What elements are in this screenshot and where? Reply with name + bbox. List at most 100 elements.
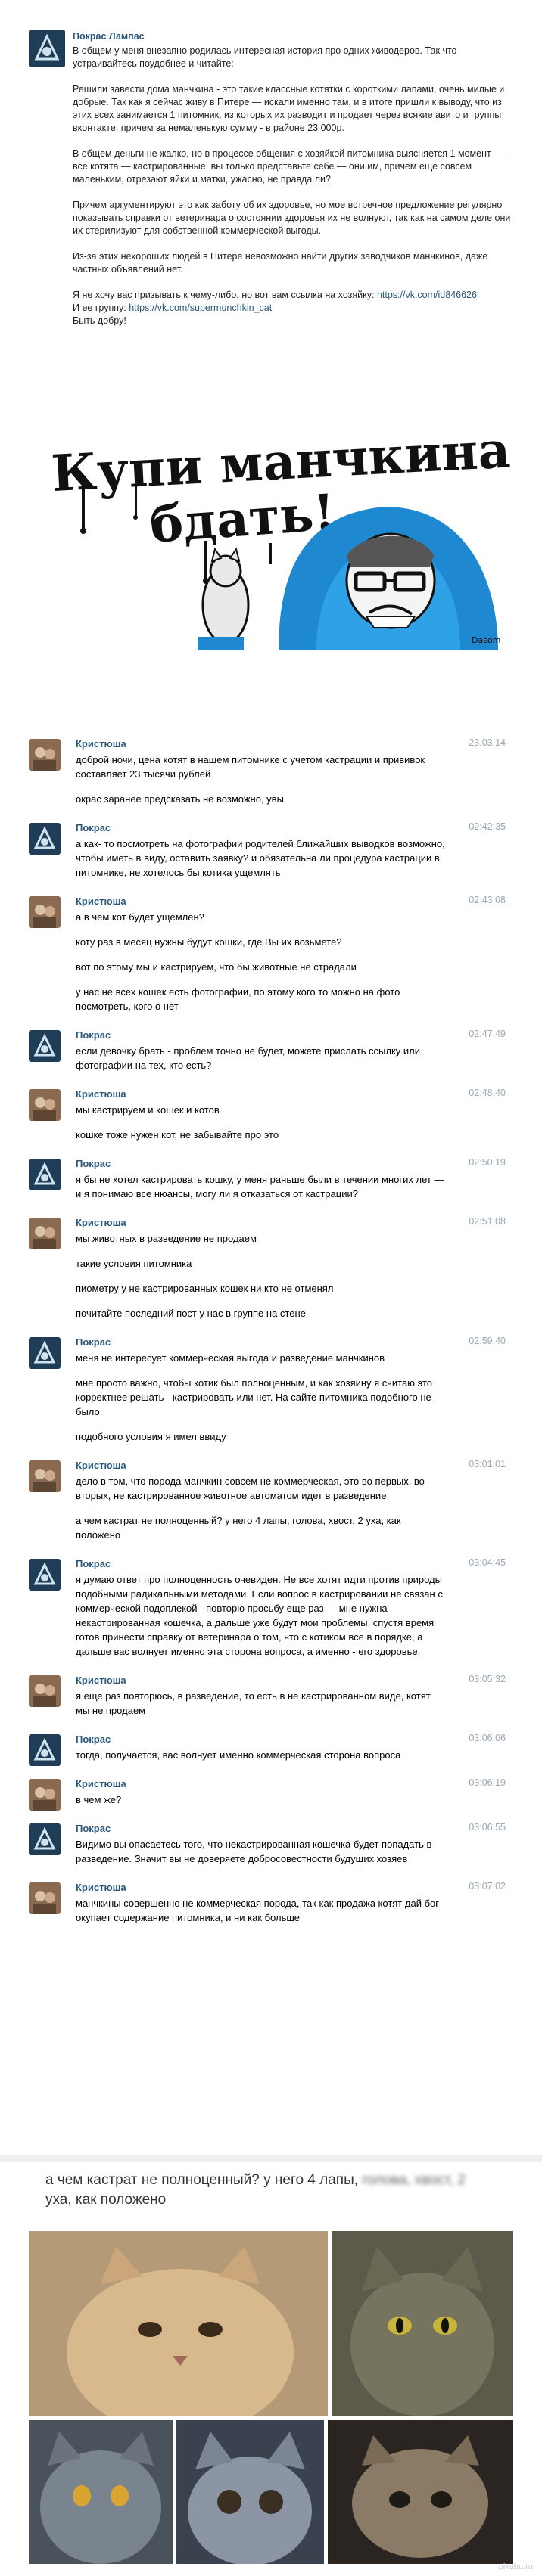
cat-avatar-icon [29, 739, 61, 771]
avatar[interactable] [29, 1337, 61, 1369]
post-paragraph: Из-за этих нехороших людей в Питере нево… [73, 251, 488, 275]
avatar[interactable] [29, 739, 61, 771]
quote-end: уха, как положено [45, 2192, 167, 2208]
message-text: мы кастрируем и кошек и котов [76, 1104, 220, 1116]
group-line: И ее группу: [73, 303, 126, 313]
logo-avatar-icon [29, 1159, 61, 1190]
message-text: вот по этому мы и кастрируем, что бы жив… [76, 961, 357, 973]
message-author[interactable]: Кристюша [76, 1881, 445, 1894]
message-text: меня не интересует коммерческая выгода и… [76, 1352, 385, 1364]
chat-message: Покрас 03:04:45 я думаю ответ про полноц… [29, 1557, 513, 1659]
chat-message: Кристюша 02:48:40 мы кастрируем и кошек … [29, 1088, 513, 1142]
message-time: 03:06:55 [469, 1822, 506, 1833]
avatar[interactable] [29, 1823, 61, 1855]
group-link[interactable]: https://vk.com/supermunchkin_cat [129, 303, 272, 313]
message-time: 23.03.14 [469, 737, 506, 748]
message-author[interactable]: Покрас [76, 1557, 445, 1570]
post-contacts: Я не хочу вас призывать к чему-либо, но … [73, 289, 519, 327]
logo-avatar-icon [29, 30, 65, 67]
chat-message: Кристюша 03:01:01 дело в том, что порода… [29, 1459, 513, 1542]
message-author[interactable]: Покрас [76, 1733, 445, 1746]
avatar[interactable] [29, 823, 61, 855]
avatar[interactable] [29, 1559, 61, 1591]
cat-photo[interactable] [332, 2231, 513, 2416]
message-text: если девочку брать - проблем точно не бу… [76, 1045, 421, 1071]
message-author[interactable]: Покрас [76, 1157, 445, 1170]
message-text: мы животных в разведение не продаем [76, 1233, 257, 1244]
message-author[interactable]: Кристюша [76, 1777, 445, 1790]
logo-avatar-icon [29, 823, 61, 855]
post-paragraph: В общем деньги не жалко, но в процессе о… [73, 148, 503, 185]
cat-avatar-icon [29, 1779, 61, 1811]
message-text: окрас заранее предсказать не возможно, у… [76, 793, 284, 805]
avatar[interactable] [29, 1089, 61, 1121]
chat-message: Покрас 02:42:35 а как- то посмотреть на … [29, 821, 513, 880]
cat-photo[interactable] [29, 2231, 328, 2416]
author-avatar[interactable] [29, 30, 65, 67]
quote-clear: а чем кастрат не полноценный? у него 4 л… [45, 2172, 359, 2188]
message-time: 02:50:19 [469, 1157, 506, 1168]
cat-avatar-icon [29, 1882, 61, 1914]
chat-history: Кристюша 23.03.14 доброй ночи, цена котя… [29, 737, 513, 1940]
message-text: дело в том, что порода манчкин совсем не… [76, 1476, 425, 1501]
chat-message: Кристюша 03:05:32 я еще раз повторюсь, в… [29, 1674, 513, 1718]
message-text: кошке тоже нужен кот, не забывайте про э… [76, 1129, 279, 1141]
message-time: 03:01:01 [469, 1459, 506, 1470]
avatar[interactable] [29, 896, 61, 928]
logo-avatar-icon [29, 1823, 61, 1855]
message-time: 02:42:35 [469, 821, 506, 832]
message-text: доброй ночи, цена котят в нашем питомник… [76, 754, 425, 780]
logo-avatar-icon [29, 1734, 61, 1766]
poster-illustration: Купи манчкина бдать! Dasom [29, 401, 513, 650]
cat-photo-collage [29, 2231, 513, 2564]
message-time: 03:06:06 [469, 1733, 506, 1743]
signoff: Быть добру! [73, 315, 126, 326]
message-text: я думаю ответ про полноценность очевиден… [76, 1574, 443, 1657]
message-time: 02:59:40 [469, 1336, 506, 1346]
avatar[interactable] [29, 1030, 61, 1062]
message-text: в чем же? [76, 1794, 122, 1805]
avatar[interactable] [29, 1460, 61, 1492]
avatar[interactable] [29, 1882, 61, 1914]
message-author[interactable]: Покрас [76, 1822, 445, 1835]
cat-photo[interactable] [176, 2420, 324, 2564]
cat-photo[interactable] [328, 2420, 513, 2564]
chat-message: Покрас 03:06:06 тогда, получается, вас в… [29, 1733, 513, 1766]
message-text: коту раз в месяц нужны будут кошки, где … [76, 936, 342, 948]
avatar[interactable] [29, 1675, 61, 1707]
logo-avatar-icon [29, 1030, 61, 1062]
message-author[interactable]: Кристюша [76, 737, 445, 750]
message-author[interactable]: Покрас [76, 1029, 445, 1041]
avatar[interactable] [29, 1734, 61, 1766]
cat-avatar-icon [29, 1675, 61, 1707]
cat-photo[interactable] [29, 2420, 173, 2564]
message-text: пиометру у не кастрированных кошек ни кт… [76, 1283, 334, 1294]
contact-line: Я не хочу вас призывать к чему-либо, но … [73, 290, 375, 300]
cat-avatar-icon [29, 896, 61, 928]
cat-avatar-icon [29, 1218, 61, 1249]
message-author[interactable]: Кристюша [76, 895, 445, 908]
post-body: Покрас Лампас В общем у меня внезапно ро… [73, 30, 519, 327]
message-text: а в чем кот будет ущемлен? [76, 911, 204, 923]
message-author[interactable]: Покрас [76, 821, 445, 834]
chat-message: Покрас 02:50:19 я бы не хотел кастрирова… [29, 1157, 513, 1201]
watermark: pikabu.ru [498, 2562, 533, 2571]
message-author[interactable]: Кристюша [76, 1459, 445, 1472]
chat-message: Кристюша 03:07:02 манчкины совершенно не… [29, 1881, 513, 1925]
chat-message: Покрас 02:59:40 меня не интересует комме… [29, 1336, 513, 1444]
avatar[interactable] [29, 1159, 61, 1190]
message-author[interactable]: Кристюша [76, 1216, 445, 1229]
message-text: мне просто важно, чтобы котик был полноц… [76, 1377, 432, 1417]
message-text: а как- то посмотреть на фотографии родит… [76, 838, 445, 878]
chat-message: Кристюша 02:51:08 мы животных в разведен… [29, 1216, 513, 1321]
message-author[interactable]: Кристюша [76, 1088, 445, 1100]
post-author[interactable]: Покрас Лампас [73, 30, 519, 43]
chat-message: Покрас 02:47:49 если девочку брать - про… [29, 1029, 513, 1072]
message-time: 02:48:40 [469, 1088, 506, 1098]
chat-message: Кристюша 02:43:08 а в чем кот будет ущем… [29, 895, 513, 1013]
contact-link[interactable]: https://vk.com/id846626 [377, 290, 477, 300]
avatar[interactable] [29, 1218, 61, 1249]
message-author[interactable]: Кристюша [76, 1674, 445, 1687]
message-author[interactable]: Покрас [76, 1336, 445, 1349]
avatar[interactable] [29, 1779, 61, 1811]
